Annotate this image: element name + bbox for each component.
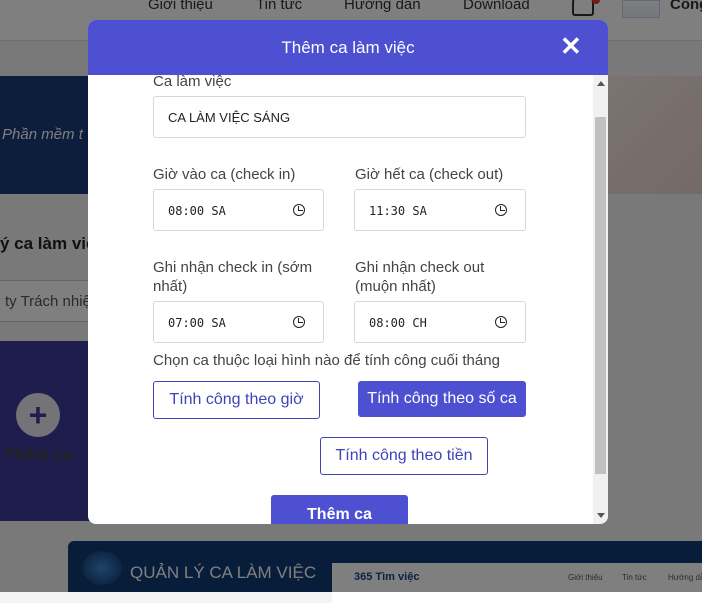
add-shift-submit-button[interactable]: Thêm ca <box>271 495 408 524</box>
calc-by-money-button[interactable]: Tính công theo tiền <box>320 437 488 475</box>
latest-checkout-input[interactable]: 08:00 CH <box>354 301 526 343</box>
add-shift-modal: Thêm ca làm việc ✕ Ca làm việc CA LÀM VI… <box>88 20 608 524</box>
shift-name-label: Ca làm việc <box>153 75 232 90</box>
earliest-checkin-input[interactable]: 07:00 SA <box>153 301 324 343</box>
modal-body: Ca làm việc CA LÀM VIỆC SÁNG Giờ vào ca … <box>88 75 608 524</box>
checkin-label: Giờ vào ca (check in) <box>153 166 296 183</box>
clock-icon[interactable] <box>293 316 305 328</box>
scroll-down-arrow-icon[interactable] <box>597 513 605 518</box>
checkin-time-input[interactable]: 08:00 SA <box>153 189 324 231</box>
calc-type-label: Chọn ca thuộc loại hình nào để tính công… <box>153 352 500 369</box>
earliest-checkin-label: Ghi nhận check in (sớm nhất) <box>153 259 313 295</box>
scrollbar-thumb[interactable] <box>595 117 606 474</box>
modal-header: Thêm ca làm việc ✕ <box>88 20 608 75</box>
clock-icon[interactable] <box>495 316 507 328</box>
checkout-time-input[interactable]: 11:30 SA <box>354 189 526 231</box>
scroll-up-arrow-icon[interactable] <box>597 81 605 86</box>
calc-by-hour-button[interactable]: Tính công theo giờ <box>153 381 320 419</box>
clock-icon[interactable] <box>495 204 507 216</box>
calc-by-shift-button[interactable]: Tính công theo số ca <box>358 381 526 417</box>
close-icon[interactable]: ✕ <box>560 33 582 59</box>
latest-checkout-label: Ghi nhận check out (muộn nhất) <box>355 259 485 295</box>
modal-scrollbar[interactable] <box>593 75 608 524</box>
shift-name-input[interactable]: CA LÀM VIỆC SÁNG <box>153 96 526 138</box>
clock-icon[interactable] <box>293 204 305 216</box>
checkout-label: Giờ hết ca (check out) <box>355 166 504 183</box>
modal-title: Thêm ca làm việc <box>281 38 415 57</box>
